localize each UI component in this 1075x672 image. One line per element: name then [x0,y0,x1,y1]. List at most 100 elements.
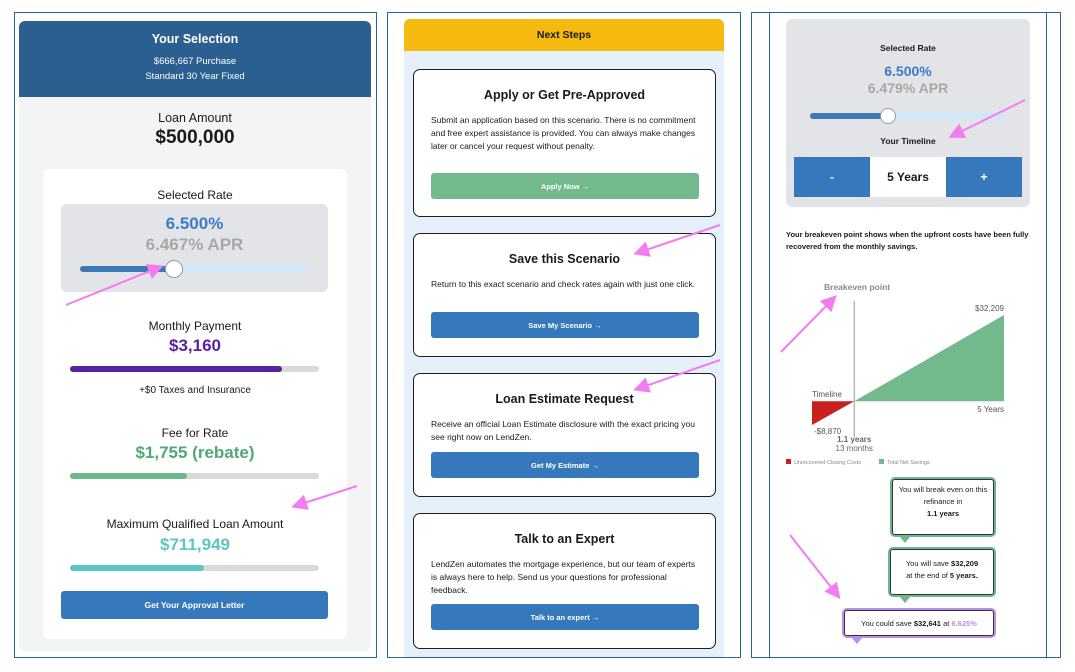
button-label: Talk to an expert [530,612,590,622]
legend-swatch-costs [786,459,791,464]
step-loan-estimate: Loan Estimate Request Receive an officia… [413,373,716,497]
loan-amount-value: $500,000 [155,127,235,148]
could-save-bubble: You could save $32,641 at 6.625% [842,608,996,638]
net-savings-area [854,315,1004,402]
taxes-insurance-note: +$0 Taxes and Insurance [139,385,251,396]
end-years-label: 5 Years [977,405,1004,414]
apr-value: 6.479% APR [867,80,949,96]
rate-slider-knob[interactable] [164,260,183,278]
timeline-panel: Selected Rate 6.500% 6.479% APR Your Tim… [751,12,1061,658]
selected-rate-label: Selected Rate [880,43,936,53]
rate-slider-knob[interactable] [880,108,897,124]
purchase-price: $666,667 Purchase [153,56,237,67]
breakeven-chart: Breakeven point $32,209 Timeline 5 Years… [786,282,1005,466]
monthly-payment-bar [70,366,319,372]
bubble-tail [900,597,910,603]
bubble-text: You will break even on this refinance in [898,485,988,506]
bubble-value: 5 years [949,571,976,580]
breakeven-point-label: Breakeven point [824,282,890,292]
arrow-right-icon: → [594,320,602,330]
fee-bar-fill [70,473,188,479]
arrow-right-icon: → [591,612,600,622]
years-value: 5 Years [870,157,946,197]
bubble-text: . [975,571,978,580]
legend-swatch-savings [879,459,884,464]
rate-box: 6.500% 6.467% APR [61,204,328,292]
get-my-estimate-button[interactable]: Get My Estimate → [431,452,699,478]
legend-label-savings: Total Net Savings [887,460,930,466]
button-label: Apply Now [540,181,580,191]
selection-details: Selected Rate 6.500% 6.467% APR Monthly … [43,169,347,639]
bubble-value: 6.625% [951,619,977,628]
save-my-scenario-button[interactable]: Save My Scenario → [431,312,699,338]
max-loan-bar [70,565,319,571]
monthly-payment-bar-fill [70,366,282,372]
apr-value: 6.467% APR [145,235,244,254]
apply-now-button[interactable]: Apply Now → [431,173,699,199]
step-title: Loan Estimate Request [495,392,634,406]
legend-label-costs: Unrecovered Closing Costs [794,460,861,466]
arrow-right-icon: → [581,181,590,191]
max-loan-label: Maximum Qualified Loan Amount [106,517,284,531]
step-description: LendZen automates the mortgage experienc… [431,559,696,595]
get-approval-letter-button[interactable]: Get Your Approval Letter [61,591,328,619]
bubble-value: 1.1 years [926,509,960,518]
timeline-label: Your Timeline [880,136,936,146]
selection-panel: Your Selection $666,667 Purchase Standar… [14,12,377,658]
step-apply: Apply or Get Pre-Approved Submit an appl… [413,69,716,217]
bubble-value: $32,209 [951,559,979,568]
arrow-right-icon: → [591,460,599,470]
fee-for-rate-label: Fee for Rate [161,426,229,440]
divider [1046,13,1047,657]
talk-to-expert-button[interactable]: Talk to an expert → [431,604,699,630]
next-steps-header: Next Steps [404,19,724,51]
next-steps-panel: Next Steps Apply or Get Pre-Approved Sub… [387,12,741,658]
increase-years-button[interactable]: + [946,157,1022,197]
step-save-scenario: Save this Scenario Return to this exact … [413,233,716,357]
bubble-text: You will save [905,559,949,568]
selection-card: Your Selection $666,667 Purchase Standar… [19,21,371,651]
bubble-text: at the end of [906,571,948,580]
selection-header: Your Selection $666,667 Purchase Standar… [19,21,371,97]
rate-slider-fill [810,113,889,119]
loan-amount-label: Loan Amount [158,111,232,125]
next-steps-card: Next Steps Apply or Get Pre-Approved Sub… [404,19,724,657]
decrease-years-button[interactable]: - [794,157,870,197]
monthly-payment-label: Monthly Payment [148,319,242,333]
monthly-payment-value: $3,160 [169,336,221,355]
bubble-tail [900,537,910,543]
breakeven-bubble: You will break even on this refinance in… [890,477,996,537]
rate-slider-fill [80,266,174,272]
unrecovered-costs-area [812,401,855,425]
timeline-axis-label: Timeline [812,390,842,399]
fee-for-rate-value: $1,755 (rebate) [135,443,255,462]
step-title: Apply or Get Pre-Approved [483,88,646,102]
breakeven-description: Your breakeven point shows when the upfr… [786,230,1029,251]
rate-value: 6.500% [165,214,224,233]
max-loan-value: $711,949 [160,535,230,554]
rate-slider[interactable] [810,108,1006,124]
rate-slider[interactable] [80,260,309,278]
fee-bar [70,473,319,479]
loan-product: Standard 30 Year Fixed [145,71,245,82]
step-description: Receive an official Loan Estimate disclo… [431,419,695,442]
step-talk-to-expert: Talk to an Expert LendZen automates the … [413,513,716,649]
step-description: Return to this exact scenario and check … [431,279,696,289]
breakeven-years-label: 1.1 years [837,435,872,444]
button-label: Save My Scenario [528,320,593,330]
bubble-text: at [943,619,950,628]
selection-title: Your Selection [151,32,239,46]
max-savings-label: $32,209 [975,304,1004,313]
button-label: Get My Estimate [531,460,590,470]
step-description: Submit an application based on this scen… [431,115,696,151]
max-loan-bar-fill [70,565,205,571]
rate-timeline-card: Selected Rate 6.500% 6.479% APR Your Tim… [786,19,1030,207]
savings-bubble: You will save $32,209 at the end of 5 ye… [888,547,996,597]
bubble-tail [852,638,862,644]
step-title: Save this Scenario [508,252,621,266]
rate-value: 6.500% [884,63,932,79]
breakeven-months-label: 13 months [836,444,873,453]
bubble-text: You could save [861,619,912,628]
selected-rate-label: Selected Rate [157,188,233,202]
step-title: Talk to an Expert [514,532,615,546]
